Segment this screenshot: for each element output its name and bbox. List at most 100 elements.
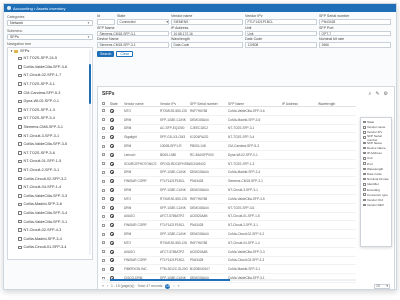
column-checkbox[interactable] [363, 120, 366, 124]
table-row[interactable]: FINISAR CORP. FTLF1421P1BCL PN43428 Siemens… [102, 177, 356, 187]
row-checkbox[interactable] [102, 250, 105, 254]
tree-item[interactable]: CoMa-ValdeCilla-SFP-3-1 [8, 217, 92, 226]
first-page-icon[interactable]: « [102, 284, 104, 288]
filter-vendor-ipv-input[interactable]: FTLF1421P1BCL [245, 19, 317, 25]
filter-serial-input[interactable]: PN43428 [319, 19, 391, 25]
tree-item[interactable]: CoMa-Madrid-SFP-3-4 [8, 234, 92, 243]
column-checkbox[interactable] [363, 126, 366, 129]
filter-state-select[interactable]: Connected ▾ [117, 19, 169, 25]
table-row[interactable]: AVAGO AFCT-5765ATPZ AC0520A4B NT-Circuit-01… [102, 213, 356, 222]
column-checkbox[interactable] [363, 177, 366, 181]
column-checkbox[interactable] [363, 183, 366, 186]
column-checkbox[interactable] [363, 151, 366, 155]
row-checkbox[interactable] [102, 170, 105, 174]
page-size-select[interactable]: 15 ▾ [374, 283, 390, 289]
collapse-icon[interactable]: ▼ [10, 49, 13, 53]
next-page-icon[interactable]: › [173, 284, 174, 288]
table-row[interactable]: DRM SFP-1G8E-CLINK DEMC08A44 NT-Circuit-3-S… [102, 186, 356, 195]
row-checkbox[interactable] [102, 179, 105, 183]
row-checkbox[interactable] [102, 153, 105, 157]
prev-page-icon[interactable]: ‹ [107, 284, 108, 288]
column-menu-item[interactable]: Device Name [363, 145, 389, 150]
filter-ip-input[interactable]: 10.68.172.16 [171, 30, 243, 36]
header-vendor-ipv[interactable]: Vendor IPv [160, 102, 190, 106]
table-h-scrollbar-thumb[interactable] [110, 279, 230, 281]
column-checkbox[interactable] [363, 203, 366, 207]
column-checkbox[interactable] [363, 146, 366, 150]
tree-item[interactable]: CoMa-ValdeCilla-SFP-3-5 [8, 140, 92, 149]
categories-select[interactable]: Network ▼ [7, 20, 93, 26]
column-checkbox[interactable] [363, 188, 366, 191]
column-checkbox[interactable] [363, 131, 366, 134]
tree-item[interactable]: NT-Circuit-2-SFP-3-1 [8, 166, 92, 175]
tree-item[interactable]: NT-TO2S-SFP-1-3 [8, 106, 92, 115]
search-icon[interactable]: ⌕ [369, 91, 372, 97]
row-checkbox[interactable] [102, 232, 105, 236]
row-checkbox[interactable] [102, 267, 105, 271]
last-page-icon[interactable]: » [178, 284, 180, 288]
table-row[interactable]: MTO RTXM192-550-CSI R6F7H6768 CoMa-ValdeCil… [102, 195, 356, 204]
header-state[interactable]: State [110, 102, 124, 106]
row-checkbox[interactable] [102, 126, 105, 130]
tree-item[interactable]: NT-Circuit-02-SFP-4-3 [8, 226, 92, 235]
filter-sfp-name-input[interactable]: Siemens-CM18-SFP-3-1 [97, 30, 169, 36]
filter-wavelength-input[interactable]: Data Code [171, 42, 243, 48]
tree-item[interactable]: NT-TO2S-SFP-24-5 [8, 54, 92, 63]
tree-item[interactable]: Siemens-CM8-SFP-3-1 [8, 123, 92, 132]
column-checkbox[interactable] [363, 157, 366, 160]
header-vendor-name[interactable]: Vendor name [124, 102, 160, 106]
tree-item[interactable]: CoMa-Madrid-SFP-3-6 [8, 200, 92, 209]
clear-button[interactable]: Clear [116, 51, 133, 57]
row-checkbox[interactable] [102, 241, 105, 245]
column-checkbox[interactable] [363, 141, 366, 145]
settings-icon[interactable]: ⚙ [384, 91, 388, 97]
header-ip[interactable]: IP Address [282, 102, 318, 106]
header-wavelength[interactable]: Wavelength [318, 102, 356, 106]
row-checkbox[interactable] [102, 144, 105, 148]
filter-device-name-input[interactable]: Siemens-CM18-SFP-3-1 [97, 42, 169, 48]
column-checkbox[interactable] [363, 167, 366, 171]
table-row[interactable]: DRM 1000B-SFP-LR PB0GL148 CM-Candma-SFP-5-3 [102, 142, 356, 151]
table-row[interactable]: DRM AC-SFP-EQ1000 CJEEC18C2 NT-TO2S-SFP-3-1 [102, 125, 356, 134]
tree-item[interactable]: NT-TO2S-SFP-3-1 [8, 80, 92, 89]
column-checkbox[interactable] [363, 162, 366, 165]
table-row[interactable]: FINISAR CORP. FTLF1421P1BCL PN43428 NT-Circ… [102, 221, 356, 231]
header-serial[interactable]: SFP Serial number [190, 102, 228, 106]
column-checkbox[interactable] [363, 136, 366, 139]
table-row[interactable]: SOURCEPHOTONICS SPOOLRDCDFHSBW SCN49432 NT-… [102, 160, 356, 169]
select-all-checkbox[interactable] [102, 102, 105, 105]
table-row[interactable]: DRM SFP-1G8E-CLINK DEMC08A44 NT-TO2S-SFP-3-… [102, 204, 356, 213]
tree-item[interactable]: CoMa-ValdeCilla-SFP-3-4 [8, 209, 92, 218]
row-checkbox[interactable] [102, 206, 105, 210]
filter-unit-input[interactable]: Unit [245, 30, 317, 36]
row-checkbox[interactable] [102, 197, 105, 201]
column-menu-item[interactable]: Vendor name [363, 125, 389, 130]
table-row[interactable]: FIBERXON INC. FTM-3012C-SL20G B1208040107 C… [102, 265, 356, 275]
tree-item[interactable]: CoMa-Circuit-01-SFP-3-4 [8, 243, 92, 252]
row-checkbox[interactable] [102, 258, 105, 262]
tree-item[interactable]: NT-TO2S-SFP-3-4 [8, 114, 92, 123]
row-checkbox[interactable] [102, 214, 105, 218]
submenu-select[interactable]: SFPs ▼ [7, 33, 93, 40]
row-checkbox[interactable] [102, 223, 105, 227]
table-row[interactable]: DRM SFP-1G8E-CLINK DEMC08A44 CoMa-Madrid-SF… [102, 169, 356, 178]
tree-item[interactable]: CoMa-ValdeCilla-SFP-3-3 [8, 192, 92, 201]
tree-item[interactable]: NT-Circuit-02-SFP-1-7 [8, 71, 92, 80]
tree-item[interactable]: NT-Circuit-04-SFP-1-4 [8, 183, 92, 192]
table-h-scrollbar[interactable] [102, 279, 356, 281]
tree-scrollbar-thumb[interactable] [89, 64, 91, 104]
column-menu-item[interactable]: SFP Serial number [363, 134, 389, 142]
row-checkbox[interactable] [102, 118, 105, 122]
row-checkbox[interactable] [102, 162, 105, 166]
table-row[interactable]: Gigalight SFP-G1LX3-CM3 K1204FIA2D NT-TO2S-… [102, 133, 356, 143]
column-checkbox[interactable] [363, 193, 366, 196]
tree-item[interactable]: CoMa-ValdeCilla-SFP-3-6 [8, 63, 92, 72]
filter-id-input[interactable] [97, 19, 115, 25]
tree-item[interactable]: NT-Circuit-01-SFP-1-5 [8, 157, 92, 166]
column-checkbox[interactable] [363, 198, 366, 202]
edit-icon[interactable]: ✎ [375, 91, 379, 97]
tree-item[interactable]: NT-Circuit-3-SFP-3-1 [8, 131, 92, 140]
filter-vendor-name-input[interactable]: SIEMENS [171, 19, 243, 25]
current-page[interactable]: 15 [165, 283, 171, 289]
column-menu-item[interactable]: Nominal bit rate [363, 177, 389, 182]
